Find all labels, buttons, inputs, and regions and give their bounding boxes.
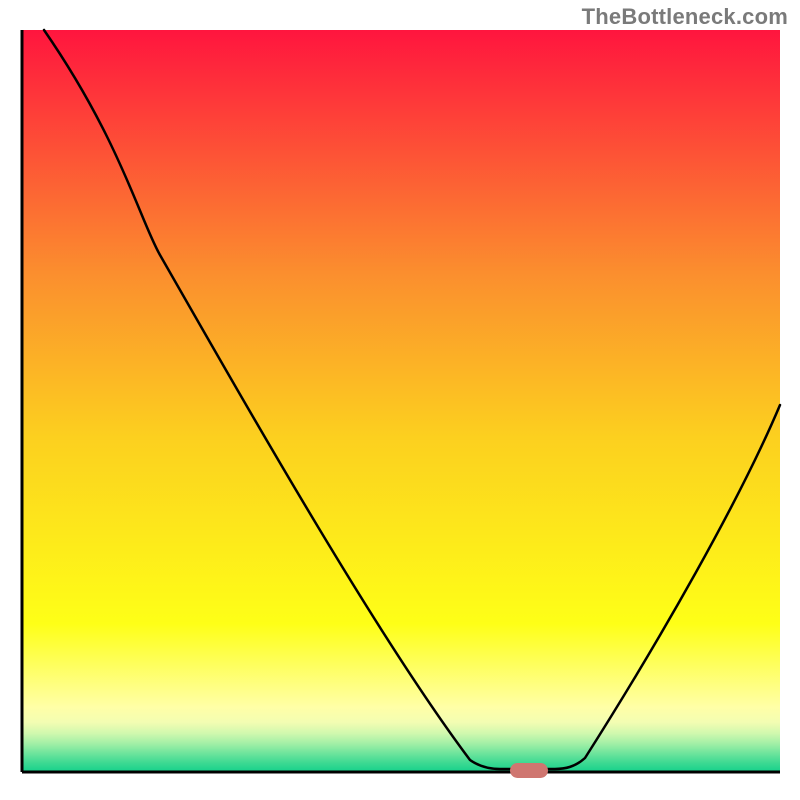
watermark-text: TheBottleneck.com [582,4,788,30]
chart-svg [0,0,800,800]
optimum-marker [510,763,548,778]
bottleneck-chart: TheBottleneck.com [0,0,800,800]
